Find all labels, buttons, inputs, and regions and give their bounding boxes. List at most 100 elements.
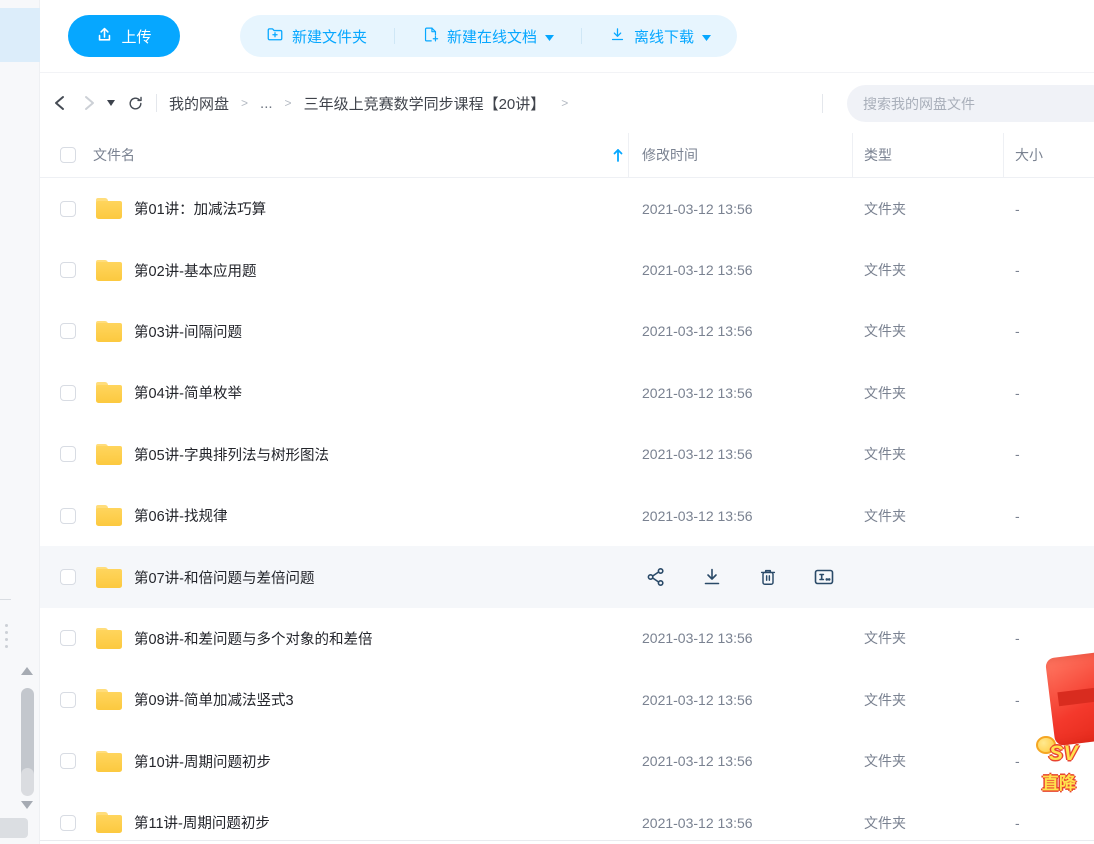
offline-download-label: 离线下载 xyxy=(634,26,694,47)
row-modified-time: 2021-03-12 13:56 xyxy=(628,508,852,524)
row-checkbox[interactable] xyxy=(60,446,76,462)
table-row[interactable]: 第11讲-周期问题初步2021-03-12 13:56文件夹- xyxy=(40,792,1094,841)
table-row[interactable]: 第01讲：加减法巧算2021-03-12 13:56文件夹- xyxy=(40,178,1094,239)
folder-icon xyxy=(96,382,122,403)
download-icon[interactable] xyxy=(701,566,723,588)
search-box[interactable] xyxy=(847,85,1094,122)
promo-badge[interactable]: SV 直降 xyxy=(1036,648,1094,813)
delete-icon[interactable] xyxy=(757,566,779,588)
folder-icon xyxy=(96,751,122,772)
row-hover-actions xyxy=(628,566,835,588)
toolbar: 上传 新建文件夹 xyxy=(40,0,1094,73)
search-input[interactable] xyxy=(863,96,1094,112)
table-row[interactable]: 第07讲-和倍问题与差倍问题 xyxy=(40,546,1094,607)
row-size: - xyxy=(1003,385,1094,401)
upload-button[interactable]: 上传 xyxy=(68,15,180,57)
table-row[interactable]: 第04讲-简单枚举2021-03-12 13:56文件夹- xyxy=(40,362,1094,423)
row-size: - xyxy=(1003,508,1094,524)
row-type: 文件夹 xyxy=(852,260,1003,280)
row-checkbox[interactable] xyxy=(60,508,76,524)
row-checkbox[interactable] xyxy=(60,262,76,278)
row-modified-time: 2021-03-12 13:56 xyxy=(628,385,852,401)
row-checkbox[interactable] xyxy=(60,753,76,769)
header-size-label[interactable]: 大小 xyxy=(1003,133,1094,177)
sidebar-active-item-edge[interactable] xyxy=(0,8,40,62)
chevron-down-icon xyxy=(545,28,554,45)
main-panel: 上传 新建文件夹 xyxy=(40,0,1094,844)
refresh-icon[interactable] xyxy=(124,92,146,114)
row-name-cell: 第07讲-和倍问题与差倍问题 xyxy=(40,567,628,588)
table-row[interactable]: 第05讲-字典排列法与树形图法 2021-03-12 13:56文件夹- xyxy=(40,424,1094,485)
row-type: 文件夹 xyxy=(852,199,1003,219)
header-name-column[interactable]: 文件名 xyxy=(40,133,628,177)
file-name-link[interactable]: 第09讲-简单加减法竖式3 xyxy=(134,689,294,710)
breadcrumb-separator: > xyxy=(285,96,292,110)
row-modified-time: 2021-03-12 13:56 xyxy=(628,201,852,217)
row-size: - xyxy=(1003,446,1094,462)
file-name-link[interactable]: 第11讲-周期问题初步 xyxy=(134,812,270,833)
row-checkbox[interactable] xyxy=(60,201,76,217)
table-row[interactable]: 第03讲-间隔问题2021-03-12 13:56文件夹- xyxy=(40,301,1094,362)
scrollbar-up-arrow[interactable] xyxy=(21,667,33,675)
history-caret-icon[interactable] xyxy=(104,92,118,114)
file-name-link[interactable]: 第10讲-周期问题初步 xyxy=(134,751,271,772)
row-name-cell: 第06讲-找规律 xyxy=(40,505,628,526)
folder-icon xyxy=(96,260,122,281)
table-row[interactable]: 第02讲-基本应用题2021-03-12 13:56文件夹- xyxy=(40,239,1094,300)
row-checkbox[interactable] xyxy=(60,630,76,646)
forward-arrow-icon[interactable] xyxy=(78,92,100,114)
row-type: 文件夹 xyxy=(852,628,1003,648)
share-icon[interactable] xyxy=(645,566,667,588)
table-row[interactable]: 第10讲-周期问题初步2021-03-12 13:56文件夹- xyxy=(40,731,1094,792)
row-checkbox[interactable] xyxy=(60,569,76,585)
folder-icon xyxy=(96,628,122,649)
folder-icon xyxy=(96,567,122,588)
table-row[interactable]: 第09讲-简单加减法竖式32021-03-12 13:56文件夹- xyxy=(40,669,1094,730)
table-header: 文件名 修改时间 类型 大小 xyxy=(40,133,1094,178)
row-checkbox[interactable] xyxy=(60,385,76,401)
row-modified-time: 2021-03-12 13:56 xyxy=(628,753,852,769)
file-name-link[interactable]: 第07讲-和倍问题与差倍问题 xyxy=(134,567,314,588)
file-name-link[interactable]: 第02讲-基本应用题 xyxy=(134,260,256,281)
scrollbar-thumb[interactable] xyxy=(21,688,34,780)
new-folder-label: 新建文件夹 xyxy=(292,26,367,47)
row-checkbox[interactable] xyxy=(60,692,76,708)
sort-ascending-icon[interactable] xyxy=(612,148,624,163)
row-modified-time: 2021-03-12 13:56 xyxy=(628,630,852,646)
breadcrumb-current-folder[interactable]: 三年级上竞赛数学同步课程【20讲】 xyxy=(304,93,546,114)
chevron-down-icon xyxy=(702,28,711,45)
row-type: 文件夹 xyxy=(852,444,1003,464)
promo-text-line1: SV xyxy=(1049,742,1078,766)
file-name-link[interactable]: 第01讲：加减法巧算 xyxy=(134,198,266,219)
rename-icon[interactable] xyxy=(813,566,835,588)
scrollbar-down-arrow[interactable] xyxy=(21,801,33,809)
breadcrumb-divider xyxy=(156,94,157,112)
row-modified-time: 2021-03-12 13:56 xyxy=(628,692,852,708)
row-size: - xyxy=(1003,630,1094,646)
upload-label: 上传 xyxy=(121,26,151,47)
header-type-label[interactable]: 类型 xyxy=(852,133,1003,177)
scrollbar-thumb-tail[interactable] xyxy=(21,768,34,796)
select-all-checkbox[interactable] xyxy=(60,147,76,163)
netdisk-file-manager: 上传 新建文件夹 xyxy=(0,0,1094,844)
new-folder-button[interactable]: 新建文件夹 xyxy=(266,25,367,47)
table-row[interactable]: 第06讲-找规律2021-03-12 13:56文件夹- xyxy=(40,485,1094,546)
file-name-link[interactable]: 第05讲-字典排列法与树形图法 xyxy=(134,444,329,465)
breadcrumb-root[interactable]: 我的网盘 xyxy=(169,93,229,114)
breadcrumb-ellipsis[interactable]: ... xyxy=(260,95,273,112)
table-row[interactable]: 第08讲-和差问题与多个对象的和差倍 2021-03-12 13:56文件夹- xyxy=(40,608,1094,669)
sidebar-bottom-button[interactable] xyxy=(0,818,28,838)
row-modified-time: 2021-03-12 13:56 xyxy=(628,446,852,462)
new-online-doc-button[interactable]: 新建在线文档 xyxy=(422,26,554,47)
back-arrow-icon[interactable] xyxy=(48,92,70,114)
row-checkbox[interactable] xyxy=(60,323,76,339)
file-name-link[interactable]: 第06讲-找规律 xyxy=(134,505,227,526)
new-folder-icon xyxy=(266,25,284,47)
file-name-link[interactable]: 第04讲-简单枚举 xyxy=(134,382,242,403)
file-name-link[interactable]: 第03讲-间隔问题 xyxy=(134,321,242,342)
file-name-link[interactable]: 第08讲-和差问题与多个对象的和差倍 xyxy=(134,628,372,649)
header-time-label[interactable]: 修改时间 xyxy=(628,133,852,177)
offline-download-button[interactable]: 离线下载 xyxy=(609,26,711,47)
panel-drag-handle-icon[interactable] xyxy=(5,624,8,648)
row-checkbox[interactable] xyxy=(60,815,76,831)
